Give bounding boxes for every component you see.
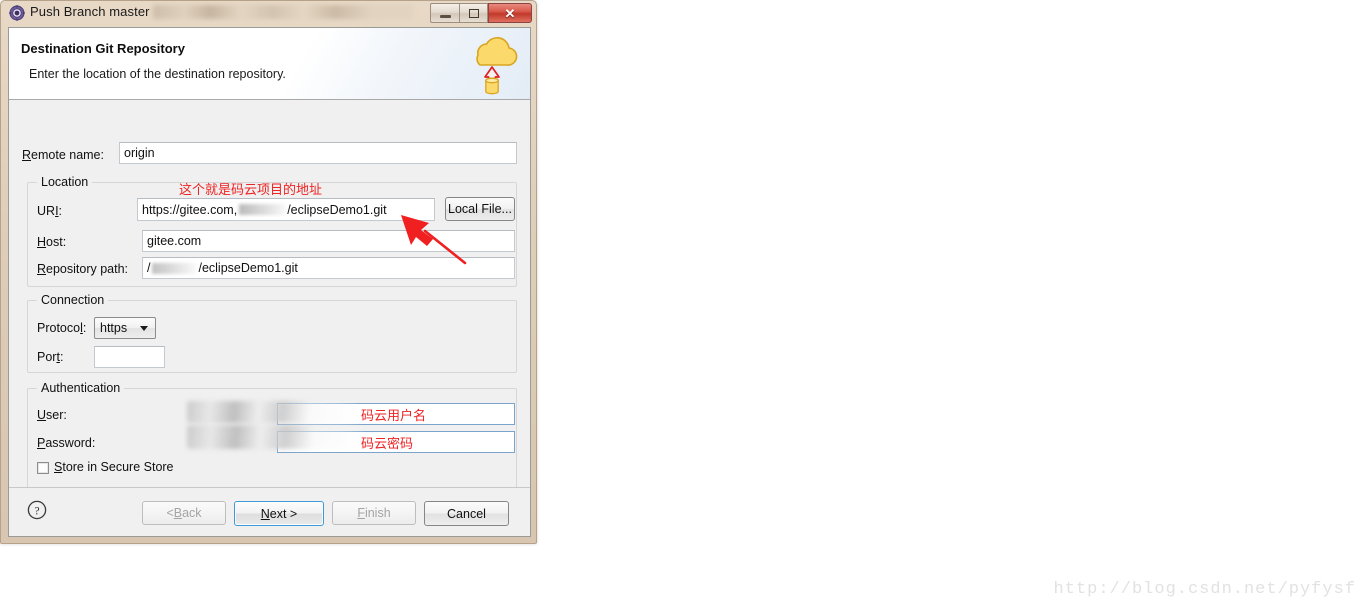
remote-name-mnemonic: R [22,148,32,162]
port-label-pre: Por [37,350,57,364]
window-controls: ✕ [430,3,532,23]
protocol-label-rest: : [82,321,87,335]
password-label: Password: [37,436,95,450]
user-annotation: 码云用户名 [361,409,427,424]
port-label: Port: [37,350,63,364]
close-icon: ✕ [504,5,516,21]
password-annotation: 码云密码 [361,437,414,452]
host-value: gitee.com [147,234,202,248]
chevron-down-icon [140,326,148,331]
back-mnemonic: B [173,506,183,520]
repository-path-label: Repository path: [37,262,128,276]
finish-label-rest: inish [364,506,391,520]
connection-group-title: Connection [37,293,109,307]
uri-blurred-username [239,204,286,215]
maximize-icon [468,8,479,18]
protocol-value: https [100,321,128,335]
screenshot-root: Push Branch master ✕ Destination Git Rep… [0,0,1360,605]
minimize-button[interactable] [430,3,459,23]
port-input[interactable] [94,346,165,368]
host-label: Host: [37,235,66,249]
back-button[interactable]: < Back [142,501,226,525]
protocol-select[interactable]: https [94,317,156,339]
password-label-rest: assword: [45,436,96,450]
next-label-rest: ext > [269,506,298,521]
protocol-label: Protocol: [37,321,86,335]
finish-mnemonic: F [357,506,365,520]
remote-name-label: Remote name: [22,148,104,162]
repository-path-mnemonic: R [37,262,47,276]
password-blurred-region [187,425,362,449]
location-group-title: Location [37,175,93,189]
page-title: Destination Git Repository [21,41,185,56]
finish-button[interactable]: Finish [332,501,416,525]
store-secure-label-rest: tore in Secure Store [62,460,174,474]
title-blurred-region [153,5,413,19]
user-label: User: [37,408,67,422]
remote-name-label-rest: emote name: [31,148,104,162]
back-label-pre: < [166,506,174,520]
help-icon[interactable]: ? [27,500,47,520]
window-title: Push Branch master [30,4,150,19]
wizard-banner: Destination Git Repository Enter the loc… [9,28,530,100]
remote-name-value: origin [124,146,155,160]
eclipse-gear-icon [9,5,25,21]
user-blurred-region [187,401,357,423]
watermark: http://blog.csdn.net/pyfysf [1053,580,1356,599]
remote-name-input[interactable]: origin [119,142,517,164]
repository-path-label-rest: epository path: [46,262,129,276]
window-titlebar[interactable]: Push Branch master ✕ [1,1,536,26]
repository-path-value-suffix: /eclipseDemo1.git [198,261,298,275]
authentication-group-title: Authentication [37,381,125,395]
port-label-rest: : [59,350,64,364]
page-subtitle: Enter the location of the destination re… [29,67,286,81]
next-button[interactable]: Next > [234,501,324,526]
dialog-footer: ? < Back Next > Finish Cancel [9,487,530,536]
uri-value-prefix: https://gitee.com, [142,202,238,217]
repository-path-blurred-username [152,262,197,274]
uri-label: URI: [37,204,63,218]
back-label-rest: ack [182,506,202,520]
close-button[interactable]: ✕ [488,3,532,23]
dialog-client-area: Destination Git Repository Enter the loc… [8,27,531,537]
maximize-button[interactable] [459,3,488,23]
dialog-body: Remote name: origin Location URI: https:… [9,101,530,495]
store-secure-checkbox[interactable] [37,462,49,474]
next-mnemonic: N [260,506,270,521]
uri-value-suffix: /eclipseDemo1.git [287,202,387,217]
user-mnemonic: U [37,408,47,422]
minimize-icon [439,14,451,18]
cancel-button[interactable]: Cancel [424,501,509,526]
uri-pointer-arrow-icon [401,215,467,265]
host-label-rest: ost: [46,235,67,249]
push-branch-dialog-window: Push Branch master ✕ Destination Git Rep… [0,0,537,544]
user-label-rest: ser: [46,408,67,422]
uri-input[interactable]: https://gitee.com, /eclipseDemo1.git [137,198,435,221]
host-mnemonic: H [37,235,47,249]
protocol-label-pre: Protoco [37,321,81,335]
store-secure-label[interactable]: Store in Secure Store [54,460,174,474]
repository-path-value-prefix: / [147,261,151,275]
uri-annotation: 这个就是码云项目的地址 [179,183,323,198]
svg-text:?: ? [34,506,39,518]
cloud-upload-icon [462,29,522,97]
